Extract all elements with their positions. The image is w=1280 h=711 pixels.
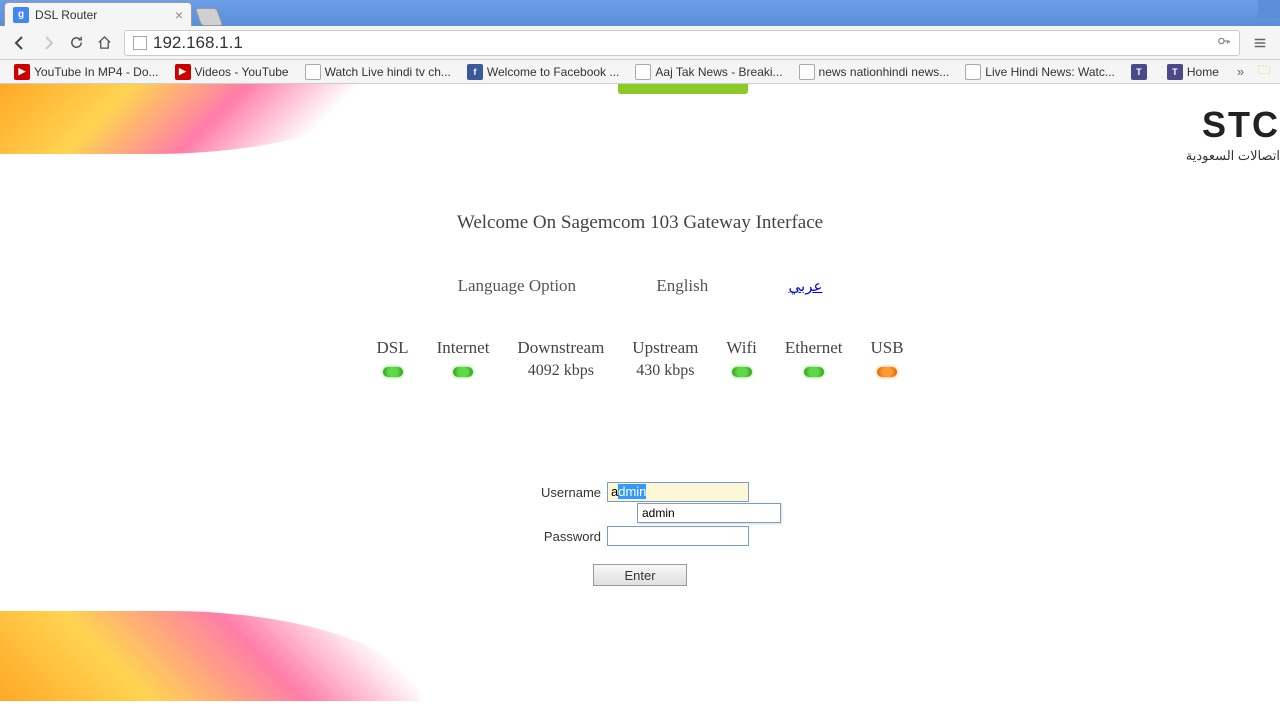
status-row: DSL Internet Downstream 4092 kbps Upstre… bbox=[0, 338, 1280, 382]
box-icon: T bbox=[1167, 64, 1183, 80]
logo-text: STC bbox=[1186, 104, 1280, 146]
page-icon bbox=[965, 64, 981, 80]
forward-icon bbox=[40, 35, 56, 51]
url-text: 192.168.1.1 bbox=[153, 33, 243, 53]
menu-icon bbox=[1253, 36, 1267, 50]
password-input[interactable] bbox=[607, 526, 749, 546]
language-arabic-link[interactable]: عربي bbox=[789, 279, 823, 295]
status-ethernet: Ethernet bbox=[785, 338, 843, 382]
autocomplete-dropdown[interactable]: admin bbox=[637, 503, 781, 523]
back-button[interactable] bbox=[8, 31, 32, 55]
page-icon bbox=[635, 64, 651, 80]
window-control[interactable] bbox=[1258, 0, 1280, 18]
header-green-bar bbox=[618, 84, 748, 94]
bookmark-item[interactable]: ▶YouTube In MP4 - Do... bbox=[8, 62, 165, 82]
led-green-icon bbox=[453, 367, 473, 377]
bookmark-item[interactable]: news nationhindi news... bbox=[793, 62, 956, 82]
led-green-icon bbox=[732, 367, 752, 377]
bookmark-item[interactable]: T bbox=[1125, 62, 1157, 82]
google-favicon: g bbox=[13, 7, 29, 23]
bookmark-item[interactable]: Watch Live hindi tv ch... bbox=[299, 62, 457, 82]
language-label: Language Option bbox=[458, 276, 577, 295]
bookmark-item[interactable]: Aaj Tak News - Breaki... bbox=[629, 62, 788, 82]
status-usb: USB bbox=[870, 338, 903, 382]
home-button[interactable] bbox=[92, 31, 116, 55]
status-internet: Internet bbox=[437, 338, 490, 382]
tab-title: DSL Router bbox=[35, 8, 175, 22]
language-row: Language Option English عربي bbox=[0, 276, 1280, 296]
status-wifi: Wifi bbox=[726, 338, 756, 382]
browser-tab[interactable]: g DSL Router × bbox=[4, 2, 192, 26]
page-favicon bbox=[133, 36, 147, 50]
decorative-gradient-top bbox=[0, 84, 380, 154]
username-input[interactable]: admin bbox=[607, 482, 749, 502]
led-green-icon bbox=[383, 367, 403, 377]
back-icon bbox=[12, 35, 28, 51]
tv-icon bbox=[305, 64, 321, 80]
reload-button[interactable] bbox=[64, 31, 88, 55]
logo-subtitle: اتصالات السعودية bbox=[1186, 148, 1280, 164]
folder-icon: 🗀 bbox=[1258, 61, 1270, 82]
home-icon bbox=[97, 35, 112, 50]
status-upstream: Upstream 430 kbps bbox=[632, 338, 698, 382]
new-tab-button[interactable] bbox=[195, 8, 224, 26]
bookmarks-bar: ▶YouTube In MP4 - Do... ▶Videos - YouTub… bbox=[0, 60, 1280, 84]
bookmark-item[interactable]: Live Hindi News: Watc... bbox=[959, 62, 1121, 82]
language-english: English bbox=[656, 276, 708, 295]
youtube-icon: ▶ bbox=[14, 64, 30, 80]
youtube-icon: ▶ bbox=[175, 64, 191, 80]
welcome-heading: Welcome On Sagemcom 103 Gateway Interfac… bbox=[0, 212, 1280, 234]
bookmark-item[interactable]: ▶Videos - YouTube bbox=[169, 62, 295, 82]
status-dsl: DSL bbox=[376, 338, 408, 382]
password-label: Password bbox=[531, 529, 601, 544]
enter-button[interactable]: Enter bbox=[593, 564, 687, 586]
forward-button[interactable] bbox=[36, 31, 60, 55]
reload-icon bbox=[69, 35, 84, 50]
login-form: Username admin admin Password Enter bbox=[440, 482, 840, 586]
decorative-gradient-bottom bbox=[0, 611, 420, 701]
stc-logo: STC اتصالات السعودية bbox=[1186, 104, 1280, 164]
tv-icon bbox=[799, 64, 815, 80]
close-tab-icon[interactable]: × bbox=[175, 7, 183, 23]
menu-button[interactable] bbox=[1248, 31, 1272, 55]
url-bar[interactable]: 192.168.1.1 bbox=[124, 30, 1240, 56]
bookmark-item[interactable]: THome bbox=[1161, 62, 1225, 82]
other-bookmarks[interactable]: 🗀 bbox=[1252, 59, 1276, 84]
bookmarks-overflow[interactable]: » bbox=[1229, 64, 1252, 79]
status-downstream: Downstream 4092 kbps bbox=[517, 338, 604, 382]
key-icon[interactable] bbox=[1217, 34, 1231, 51]
led-orange-icon bbox=[877, 367, 897, 377]
username-label: Username bbox=[531, 485, 601, 500]
box-icon: T bbox=[1131, 64, 1147, 80]
facebook-icon: f bbox=[467, 64, 483, 80]
bookmark-item[interactable]: fWelcome to Facebook ... bbox=[461, 62, 626, 82]
led-green-icon bbox=[804, 367, 824, 377]
